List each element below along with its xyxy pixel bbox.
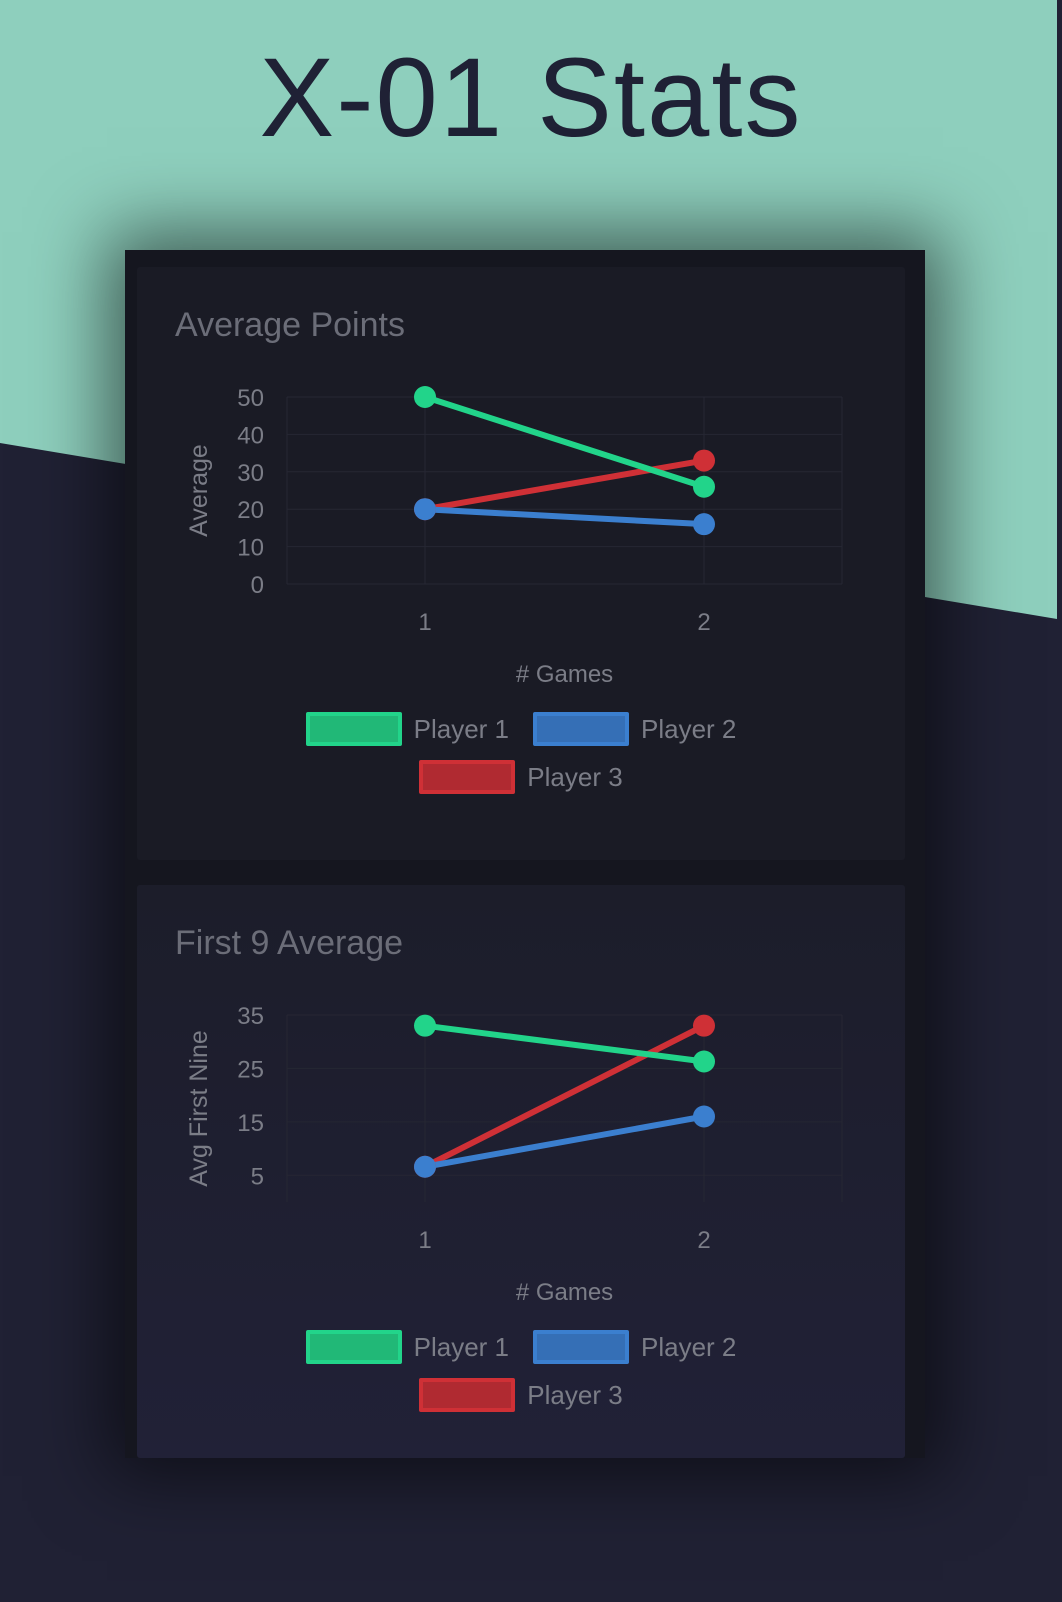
y-tick-label: 40	[237, 422, 264, 449]
average-points-card: Average Points 0 10 20 30 40 50 1 2 # Games Avera…	[137, 267, 905, 860]
legend-swatch-player-2	[533, 1330, 629, 1364]
page-title: X-01 Stats	[259, 35, 803, 160]
y-tick-label: 35	[237, 1003, 264, 1030]
data-point-player-1	[693, 475, 715, 498]
legend-label: Player 3	[527, 762, 623, 792]
y-tick-label: 20	[237, 497, 264, 524]
x-tick-label: 2	[697, 1227, 710, 1254]
series-line-player-3	[422, 1022, 707, 1170]
average-points-chart: 0 10 20 30 40 50 1 2 # Games Average	[185, 385, 843, 688]
legend-item-player-3[interactable]: Player 3	[137, 760, 905, 794]
stats-panel: Average Points 0 10 20 30 40 50 1 2 # Games Avera…	[125, 250, 925, 1458]
y-tick-label: 5	[251, 1163, 264, 1190]
x-axis-label: # Games	[516, 1279, 613, 1306]
data-point-player-3	[693, 449, 715, 472]
series-line-player-2	[422, 506, 707, 528]
data-point-player-2	[693, 1105, 715, 1128]
legend-item-player-1[interactable]: Player 1	[305, 1330, 509, 1364]
data-point-player-2	[414, 498, 436, 521]
series-line-player-3	[422, 457, 707, 513]
first-nine-average-card: First 9 Average 5 15 25 35 1 2 # Games Avg Firs…	[137, 885, 905, 1458]
y-tick-label: 15	[237, 1110, 264, 1137]
legend-label: Player 1	[413, 1332, 509, 1362]
legend-item-player-3[interactable]: Player 3	[137, 1378, 905, 1412]
data-point-player-1	[414, 386, 436, 408]
data-point-player-1	[414, 1014, 436, 1037]
data-point-player-2	[693, 513, 715, 536]
legend-swatch-player-2	[533, 712, 629, 746]
x-tick-label: 1	[418, 609, 431, 636]
y-tick-label: 0	[251, 572, 264, 599]
data-point-player-3	[693, 1014, 715, 1037]
legend-item-player-1[interactable]: Player 1	[305, 712, 509, 746]
x-tick-label: 2	[697, 609, 710, 636]
legend-item-player-2[interactable]: Player 2	[533, 712, 736, 746]
chart-legend: Player 1 Player 2 Player 3	[137, 712, 905, 794]
legend-item-player-2[interactable]: Player 2	[533, 1330, 736, 1364]
y-axis-label: Avg First Nine	[185, 1030, 213, 1187]
legend-label: Player 2	[641, 1332, 737, 1362]
legend-label: Player 2	[641, 714, 737, 744]
series-line-player-1	[422, 394, 707, 490]
data-point-player-2	[414, 1155, 436, 1178]
data-point-player-1	[693, 1050, 715, 1073]
chart-legend: Player 1 Player 2 Player 3	[137, 1330, 905, 1412]
legend-label: Player 1	[413, 714, 509, 744]
legend-swatch-player-3	[419, 1378, 516, 1412]
x-tick-label: 1	[418, 1227, 431, 1254]
series-line-player-2	[422, 1113, 707, 1170]
legend-swatch-player-3	[419, 760, 516, 794]
y-tick-label: 25	[237, 1056, 264, 1083]
y-tick-label: 30	[237, 460, 264, 487]
first-nine-average-chart: 5 15 25 35 1 2 # Games Avg First Nine	[185, 1003, 843, 1306]
legend-swatch-player-1	[305, 712, 402, 746]
y-tick-label: 50	[237, 385, 264, 412]
y-axis-label: Average	[185, 444, 213, 537]
y-tick-label: 10	[237, 535, 264, 562]
legend-label: Player 3	[527, 1380, 623, 1410]
x-axis-label: # Games	[516, 661, 613, 688]
legend-swatch-player-1	[305, 1330, 402, 1364]
